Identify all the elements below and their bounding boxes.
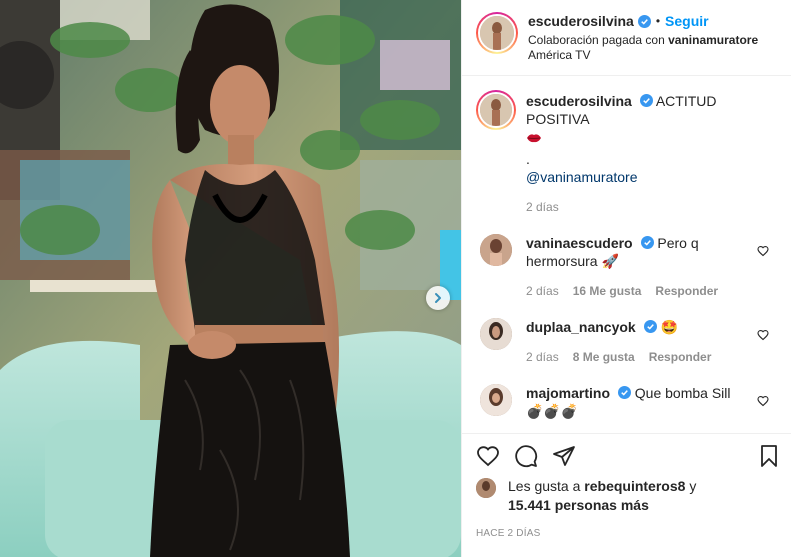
post-actions: Les gusta a rebequinteros8 y 15.441 pers… <box>462 433 791 557</box>
commenter-avatar[interactable] <box>480 234 512 266</box>
like-comment-heart-icon[interactable] <box>757 244 769 260</box>
post-caption: escuderosilvina ACTITUD POSITIVA . @vani… <box>476 76 791 216</box>
comments-list[interactable]: escuderosilvina ACTITUD POSITIVA . @vani… <box>462 76 791 433</box>
kiss-mark-emoji-icon <box>526 130 542 148</box>
chevron-right-icon <box>435 293 441 303</box>
avatar-photo <box>480 318 512 350</box>
instagram-post-view: escuderosilvina • Seguir Colaboración pa… <box>0 0 791 557</box>
verified-badge-icon <box>640 236 654 249</box>
reply-button[interactable]: Responder <box>649 348 712 366</box>
caption-author-avatar[interactable] <box>476 90 516 130</box>
liker-avatar[interactable] <box>476 478 496 498</box>
avatar-photo <box>480 94 512 126</box>
comment-time[interactable]: 2 días <box>526 282 559 300</box>
comment-item: vaninaescudero Pero q hermorsura 🚀 2 día… <box>476 234 791 300</box>
like-comment-heart-icon[interactable] <box>757 394 769 410</box>
paid-partnership-line: Colaboración pagada con vaninamuratore <box>528 33 758 48</box>
save-bookmark-icon[interactable] <box>757 444 781 468</box>
avatar-photo <box>480 234 512 266</box>
avatar-photo <box>480 16 514 50</box>
next-photo-button[interactable] <box>426 286 450 310</box>
post-location[interactable]: América TV <box>528 48 758 62</box>
comment-username[interactable]: majomartino <box>526 385 610 401</box>
post-photo[interactable] <box>0 0 461 557</box>
share-paper-plane-icon[interactable] <box>552 444 576 468</box>
verified-badge-icon <box>637 14 651 28</box>
comment-bubble-icon[interactable] <box>514 444 538 468</box>
paid-partnership-label: Colaboración pagada con <box>528 33 665 47</box>
like-heart-icon[interactable] <box>476 444 500 468</box>
post-header: escuderosilvina • Seguir Colaboración pa… <box>462 0 791 76</box>
likes-summary: Les gusta a rebequinteros8 y 15.441 pers… <box>476 477 777 515</box>
separator-dot: • <box>655 14 661 28</box>
comment-username[interactable]: duplaa_nancyok <box>526 319 636 335</box>
comment-item: duplaa_nancyok 🤩 2 días 8 Me gusta Respo… <box>476 318 791 366</box>
comment-emoji-line: 💣💣💣 <box>526 403 579 419</box>
post-side-panel: escuderosilvina • Seguir Colaboración pa… <box>461 0 791 557</box>
avatar-photo <box>480 384 512 416</box>
caption-mention-link[interactable]: @vaninamuratore <box>526 168 766 186</box>
like-comment-heart-icon[interactable] <box>757 328 769 344</box>
comment-text: 🤩 <box>660 319 678 335</box>
commenter-avatar[interactable] <box>480 384 512 416</box>
comment-text: Que bomba Sill <box>634 385 731 401</box>
likes-prefix: Les gusta a <box>508 478 581 494</box>
liker-username[interactable]: rebequinteros8 <box>584 478 685 494</box>
comment-item: majomartino Que bomba Sill 💣💣💣 <box>476 384 791 420</box>
comment-likes[interactable]: 8 Me gusta <box>573 348 635 366</box>
likes-and: y <box>689 478 697 494</box>
post-timestamp[interactable]: HACE 2 DÍAS <box>476 528 777 539</box>
caption-time[interactable]: 2 días <box>526 198 766 216</box>
comment-likes[interactable]: 16 Me gusta <box>573 282 642 300</box>
photo-illustration <box>0 0 461 557</box>
verified-badge-icon <box>639 94 653 107</box>
reply-button[interactable]: Responder <box>655 282 718 300</box>
comment-time[interactable]: 2 días <box>526 348 559 366</box>
verified-badge-icon <box>643 320 657 333</box>
author-avatar[interactable] <box>476 12 518 54</box>
avatar-photo <box>476 478 496 498</box>
author-username[interactable]: escuderosilvina <box>528 13 634 29</box>
comment-username[interactable]: vaninaescudero <box>526 235 633 251</box>
caption-dot: . <box>526 151 530 167</box>
likes-count[interactable]: 15.441 personas más <box>508 497 649 513</box>
follow-button[interactable]: Seguir <box>665 13 709 29</box>
caption-username[interactable]: escuderosilvina <box>526 93 632 109</box>
partner-username[interactable]: vaninamuratore <box>668 33 758 47</box>
commenter-avatar[interactable] <box>480 318 512 350</box>
verified-badge-icon <box>617 386 631 399</box>
